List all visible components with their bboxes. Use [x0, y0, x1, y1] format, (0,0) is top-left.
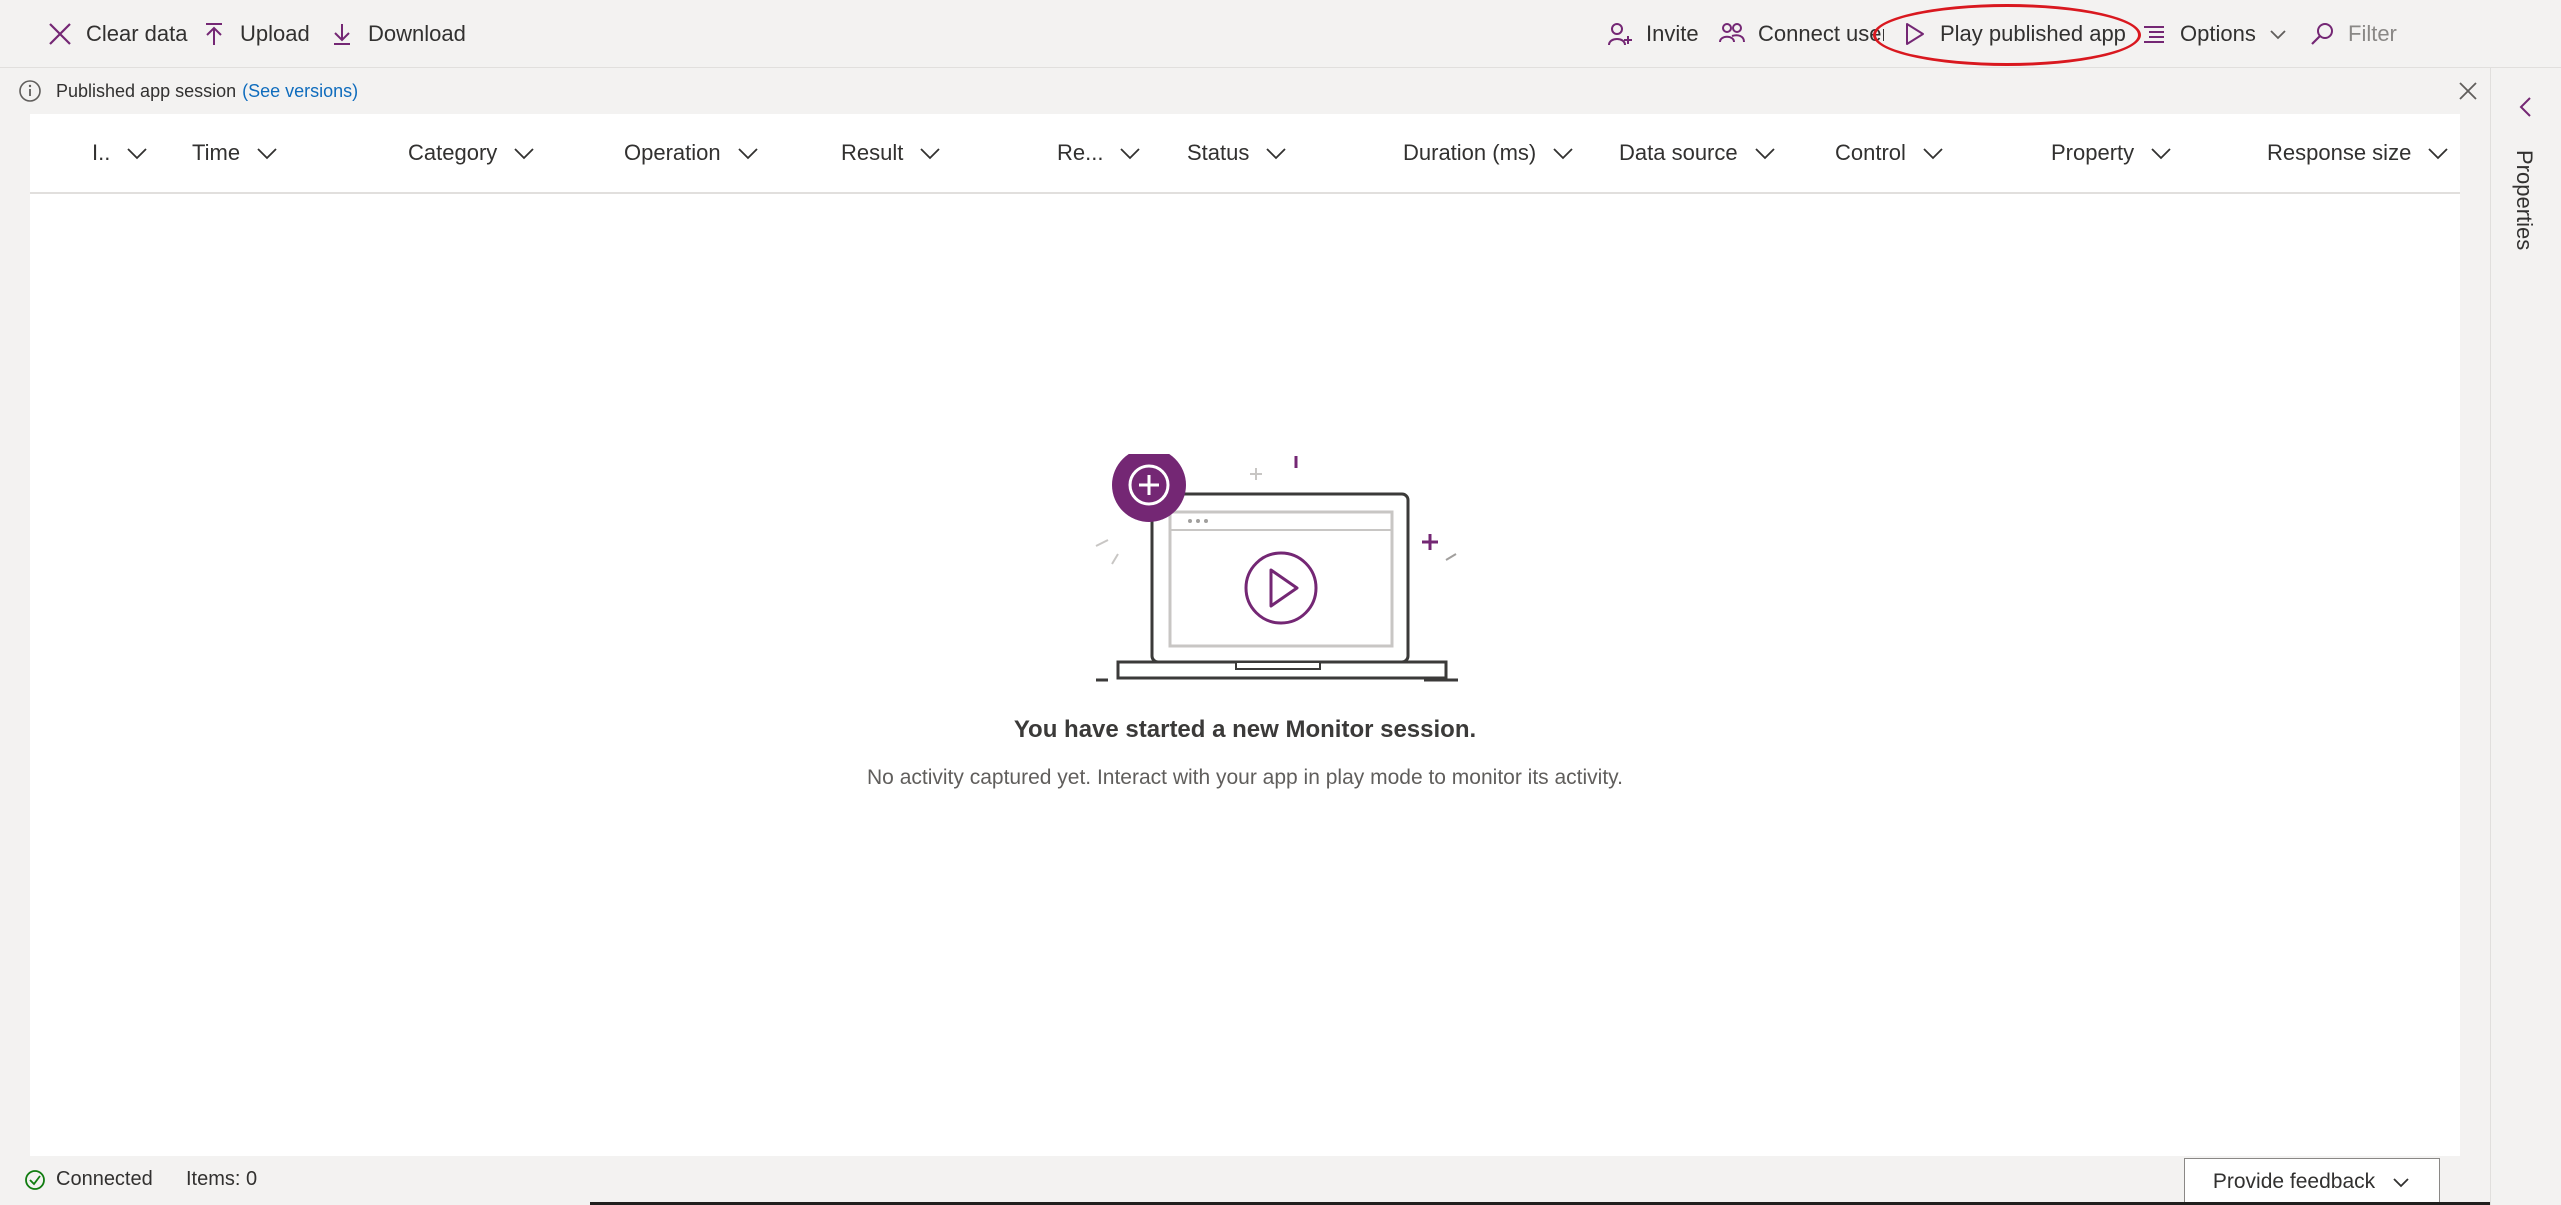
- clear-data-button[interactable]: Clear data: [46, 0, 188, 68]
- empty-state-subtitle: No activity captured yet. Interact with …: [867, 766, 1623, 789]
- invite-person-icon: [1606, 20, 1634, 48]
- invite-label: Invite: [1646, 21, 1699, 46]
- see-versions-link[interactable]: (See versions): [242, 81, 358, 102]
- column-header-control[interactable]: Control: [1835, 114, 1946, 192]
- connect-users-icon: [1718, 20, 1746, 48]
- upload-button[interactable]: Upload: [200, 0, 310, 68]
- options-label: Options: [2180, 21, 2256, 46]
- connect-user-label: Connect user: [1758, 21, 1884, 46]
- session-info-text: Published app session: [56, 80, 237, 101]
- chevron-down-icon: [1120, 148, 1141, 160]
- upload-label: Upload: [240, 21, 310, 46]
- column-header-operation[interactable]: Operation: [624, 114, 761, 192]
- chevron-down-icon: [920, 148, 940, 160]
- column-header-property[interactable]: Property: [2051, 114, 2174, 192]
- chevron-down-icon: [1553, 148, 1573, 160]
- connect-user-button[interactable]: Connect user: [1718, 0, 1884, 68]
- clear-data-label: Clear data: [86, 21, 188, 46]
- filter-search[interactable]: Filter: [2308, 0, 2397, 68]
- download-button[interactable]: Download: [328, 0, 466, 68]
- options-icon: [2140, 20, 2168, 48]
- column-header-status[interactable]: Status: [1187, 114, 1289, 192]
- search-icon: [2308, 20, 2336, 48]
- command-bar: Clear data Upload Download Invite Connec…: [0, 0, 2561, 68]
- chevron-down-icon: [2428, 148, 2448, 160]
- chevron-left-icon[interactable]: [2513, 94, 2539, 120]
- session-info-bar: Published app session (See versions): [0, 68, 2490, 114]
- properties-panel-label[interactable]: Properties: [2511, 150, 2537, 250]
- column-header-row: I.. Time Category Operation Result Re...…: [30, 114, 2460, 194]
- connection-status: Connected: [24, 1168, 153, 1191]
- connection-status-label: Connected: [56, 1168, 153, 1190]
- close-icon[interactable]: [2455, 78, 2481, 104]
- chevron-down-icon: [2393, 1177, 2409, 1187]
- chevron-down-icon: [737, 148, 758, 160]
- provide-feedback-label: Provide feedback: [2212, 1169, 2376, 1193]
- monitor-grid: I.. Time Category Operation Result Re...…: [30, 114, 2460, 1156]
- status-bar: Connected Items: 0: [0, 1156, 2490, 1205]
- column-header-duration[interactable]: Duration (ms): [1403, 114, 1576, 192]
- empty-state-title: You have started a new Monitor session.: [1013, 716, 1477, 743]
- upload-icon: [200, 20, 228, 48]
- info-icon: [19, 80, 41, 102]
- chevron-down-icon: [514, 148, 534, 160]
- chevron-down-icon: [1754, 148, 1775, 160]
- column-header-data-source[interactable]: Data source: [1619, 114, 1778, 192]
- options-button[interactable]: Options: [2140, 0, 2288, 68]
- chevron-down-icon: [2151, 148, 2171, 160]
- play-icon: [1900, 20, 1928, 48]
- column-header-result[interactable]: Result: [841, 114, 943, 192]
- invite-button[interactable]: Invite: [1606, 0, 1699, 68]
- close-x-icon: [46, 20, 74, 48]
- laptop-illustration: [1095, 454, 1458, 682]
- column-header-result-info[interactable]: Re...: [1057, 114, 1143, 192]
- column-header-response-size[interactable]: Response size: [2267, 114, 2451, 192]
- chevron-down-icon: [127, 148, 147, 160]
- play-published-app-label: Play published app: [1940, 21, 2126, 46]
- download-label: Download: [368, 21, 466, 46]
- filter-placeholder: Filter: [2348, 21, 2397, 46]
- check-circle-icon: [25, 1169, 45, 1190]
- download-icon: [328, 20, 356, 48]
- properties-panel: Properties: [2490, 68, 2561, 1205]
- column-header-category[interactable]: Category: [408, 114, 537, 192]
- chevron-down-icon: [2270, 30, 2286, 40]
- items-count: Items: 0: [186, 1168, 258, 1190]
- provide-feedback-button[interactable]: Provide feedback: [2184, 1158, 2440, 1205]
- column-header-time[interactable]: Time: [192, 114, 280, 192]
- chevron-down-icon: [1923, 148, 1943, 160]
- chevron-down-icon: [1266, 148, 1287, 160]
- play-published-app-button[interactable]: Play published app: [1900, 0, 2126, 68]
- chevron-down-icon: [257, 148, 277, 160]
- column-header-id[interactable]: I..: [92, 114, 150, 192]
